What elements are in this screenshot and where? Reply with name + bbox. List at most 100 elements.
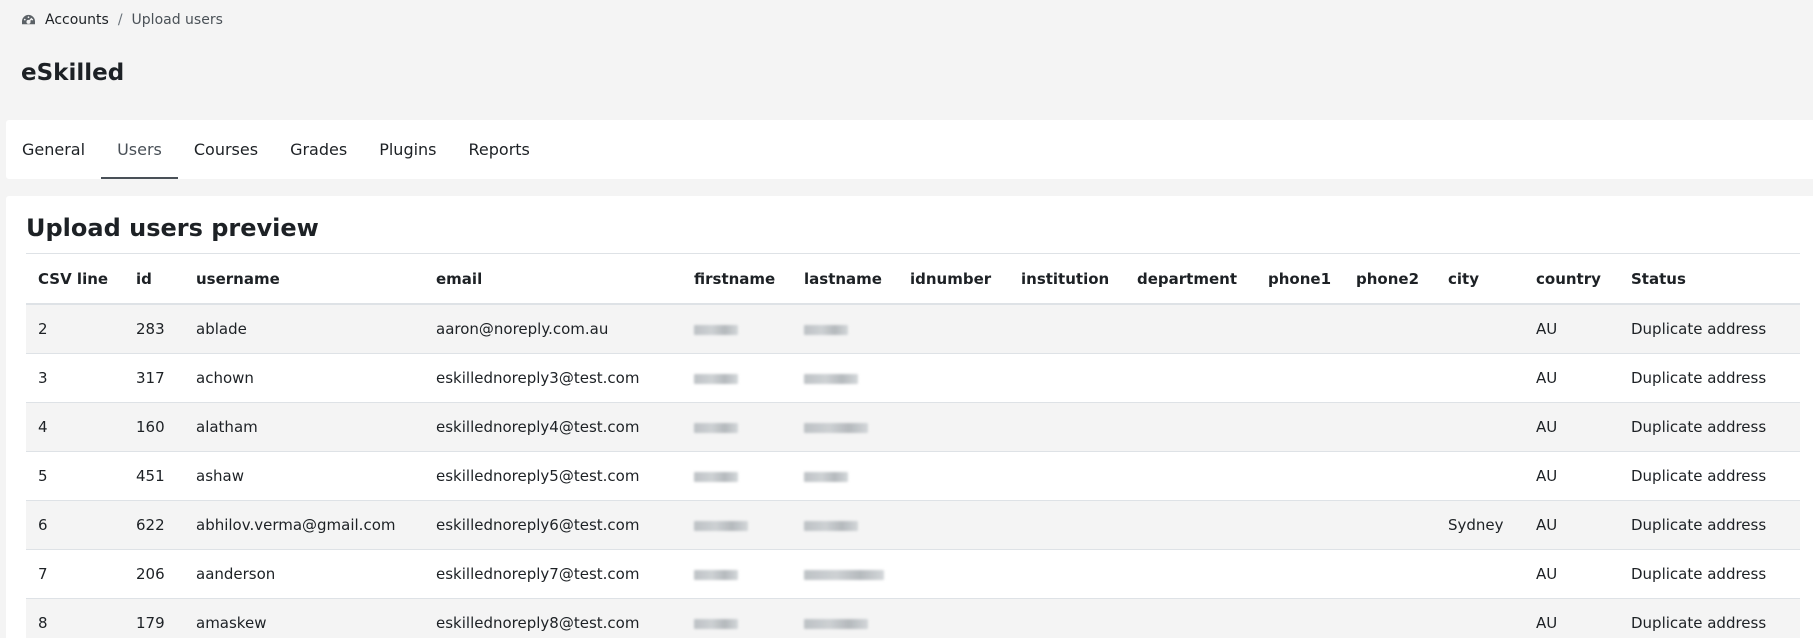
cell-firstname-redacted bbox=[682, 549, 792, 599]
column-header-username: username bbox=[184, 254, 424, 305]
cell-status: Duplicate address bbox=[1619, 500, 1800, 550]
cell-institution bbox=[1009, 549, 1125, 599]
cell-city bbox=[1436, 598, 1524, 638]
column-header-phone2: phone2 bbox=[1344, 254, 1436, 305]
cell-department bbox=[1125, 500, 1256, 550]
column-header-csv-line: CSV line bbox=[26, 254, 124, 305]
page-title: eSkilled bbox=[21, 60, 125, 86]
table-body: 2 283 ablade aaron@noreply.com.au AU Dup… bbox=[26, 304, 1800, 638]
cell-city: Sydney bbox=[1436, 500, 1524, 550]
cell-id: 283 bbox=[124, 304, 184, 354]
cell-idnumber bbox=[898, 500, 1009, 550]
cell-phone2 bbox=[1344, 549, 1436, 599]
cell-institution bbox=[1009, 353, 1125, 403]
cell-email: eskillednoreply7@test.com bbox=[424, 549, 682, 599]
section-title: Upload users preview bbox=[26, 214, 319, 242]
cell-id: 160 bbox=[124, 402, 184, 452]
breadcrumb-accounts-link[interactable]: Accounts bbox=[45, 12, 109, 28]
cell-department bbox=[1125, 549, 1256, 599]
secondary-navigation: General Users Courses Grades Plugins Rep… bbox=[6, 120, 1813, 179]
cell-idnumber bbox=[898, 353, 1009, 403]
cell-idnumber bbox=[898, 451, 1009, 501]
dashboard-icon bbox=[22, 14, 35, 24]
column-header-department: department bbox=[1125, 254, 1256, 305]
tab-general[interactable]: General bbox=[6, 120, 101, 179]
cell-csv-line: 4 bbox=[26, 402, 124, 452]
column-header-status: Status bbox=[1619, 254, 1800, 305]
cell-firstname-redacted bbox=[682, 402, 792, 452]
cell-lastname-redacted bbox=[792, 549, 898, 599]
cell-city bbox=[1436, 549, 1524, 599]
cell-email: eskillednoreply6@test.com bbox=[424, 500, 682, 550]
cell-lastname-redacted bbox=[792, 451, 898, 501]
cell-firstname-redacted bbox=[682, 451, 792, 501]
cell-phone1 bbox=[1256, 549, 1344, 599]
cell-email: eskillednoreply3@test.com bbox=[424, 353, 682, 403]
cell-department bbox=[1125, 451, 1256, 501]
tab-users[interactable]: Users bbox=[101, 120, 178, 179]
column-header-city: city bbox=[1436, 254, 1524, 305]
cell-id: 179 bbox=[124, 598, 184, 638]
breadcrumb-separator: / bbox=[117, 12, 123, 28]
cell-department bbox=[1125, 402, 1256, 452]
column-header-email: email bbox=[424, 254, 682, 305]
cell-phone1 bbox=[1256, 598, 1344, 638]
table-row: 4 160 alatham eskillednoreply4@test.com … bbox=[26, 402, 1800, 452]
cell-username: alatham bbox=[184, 402, 424, 452]
table-row: 7 206 aanderson eskillednoreply7@test.co… bbox=[26, 549, 1800, 599]
column-header-institution: institution bbox=[1009, 254, 1125, 305]
table-header-row: CSV line id username email firstname las… bbox=[26, 254, 1800, 305]
upload-preview-panel: Upload users preview CSV line id usernam… bbox=[6, 196, 1813, 638]
cell-username: achown bbox=[184, 353, 424, 403]
table-row: 5 451 ashaw eskillednoreply5@test.com AU… bbox=[26, 451, 1800, 501]
tab-reports[interactable]: Reports bbox=[453, 120, 546, 179]
cell-firstname-redacted bbox=[682, 598, 792, 638]
column-header-country: country bbox=[1524, 254, 1619, 305]
cell-institution bbox=[1009, 598, 1125, 638]
cell-id: 206 bbox=[124, 549, 184, 599]
cell-city bbox=[1436, 304, 1524, 354]
cell-phone1 bbox=[1256, 353, 1344, 403]
column-header-firstname: firstname bbox=[682, 254, 792, 305]
tab-list: General Users Courses Grades Plugins Rep… bbox=[6, 120, 1813, 179]
table-row: 8 179 amaskew eskillednoreply8@test.com … bbox=[26, 598, 1800, 638]
column-header-idnumber: idnumber bbox=[898, 254, 1009, 305]
cell-username: ablade bbox=[184, 304, 424, 354]
tab-courses[interactable]: Courses bbox=[178, 120, 274, 179]
cell-phone1 bbox=[1256, 500, 1344, 550]
cell-phone2 bbox=[1344, 500, 1436, 550]
cell-email: aaron@noreply.com.au bbox=[424, 304, 682, 354]
cell-country: AU bbox=[1524, 451, 1619, 501]
preview-table: CSV line id username email firstname las… bbox=[26, 254, 1800, 638]
cell-institution bbox=[1009, 402, 1125, 452]
cell-idnumber bbox=[898, 598, 1009, 638]
cell-id: 317 bbox=[124, 353, 184, 403]
tab-grades[interactable]: Grades bbox=[274, 120, 363, 179]
column-header-id: id bbox=[124, 254, 184, 305]
cell-phone1 bbox=[1256, 402, 1344, 452]
breadcrumb: Accounts / Upload users bbox=[21, 12, 223, 28]
cell-csv-line: 6 bbox=[26, 500, 124, 550]
cell-idnumber bbox=[898, 304, 1009, 354]
cell-idnumber bbox=[898, 402, 1009, 452]
cell-csv-line: 7 bbox=[26, 549, 124, 599]
tab-plugins[interactable]: Plugins bbox=[363, 120, 452, 179]
cell-status: Duplicate address bbox=[1619, 598, 1800, 638]
cell-country: AU bbox=[1524, 598, 1619, 638]
column-header-lastname: lastname bbox=[792, 254, 898, 305]
column-header-phone1: phone1 bbox=[1256, 254, 1344, 305]
cell-username: amaskew bbox=[184, 598, 424, 638]
cell-csv-line: 8 bbox=[26, 598, 124, 638]
preview-table-wrapper: CSV line id username email firstname las… bbox=[26, 253, 1800, 638]
cell-country: AU bbox=[1524, 304, 1619, 354]
cell-department bbox=[1125, 353, 1256, 403]
cell-csv-line: 3 bbox=[26, 353, 124, 403]
cell-firstname-redacted bbox=[682, 353, 792, 403]
cell-status: Duplicate address bbox=[1619, 402, 1800, 452]
cell-phone2 bbox=[1344, 451, 1436, 501]
cell-csv-line: 2 bbox=[26, 304, 124, 354]
cell-department bbox=[1125, 304, 1256, 354]
cell-status: Duplicate address bbox=[1619, 549, 1800, 599]
cell-institution bbox=[1009, 451, 1125, 501]
cell-lastname-redacted bbox=[792, 500, 898, 550]
